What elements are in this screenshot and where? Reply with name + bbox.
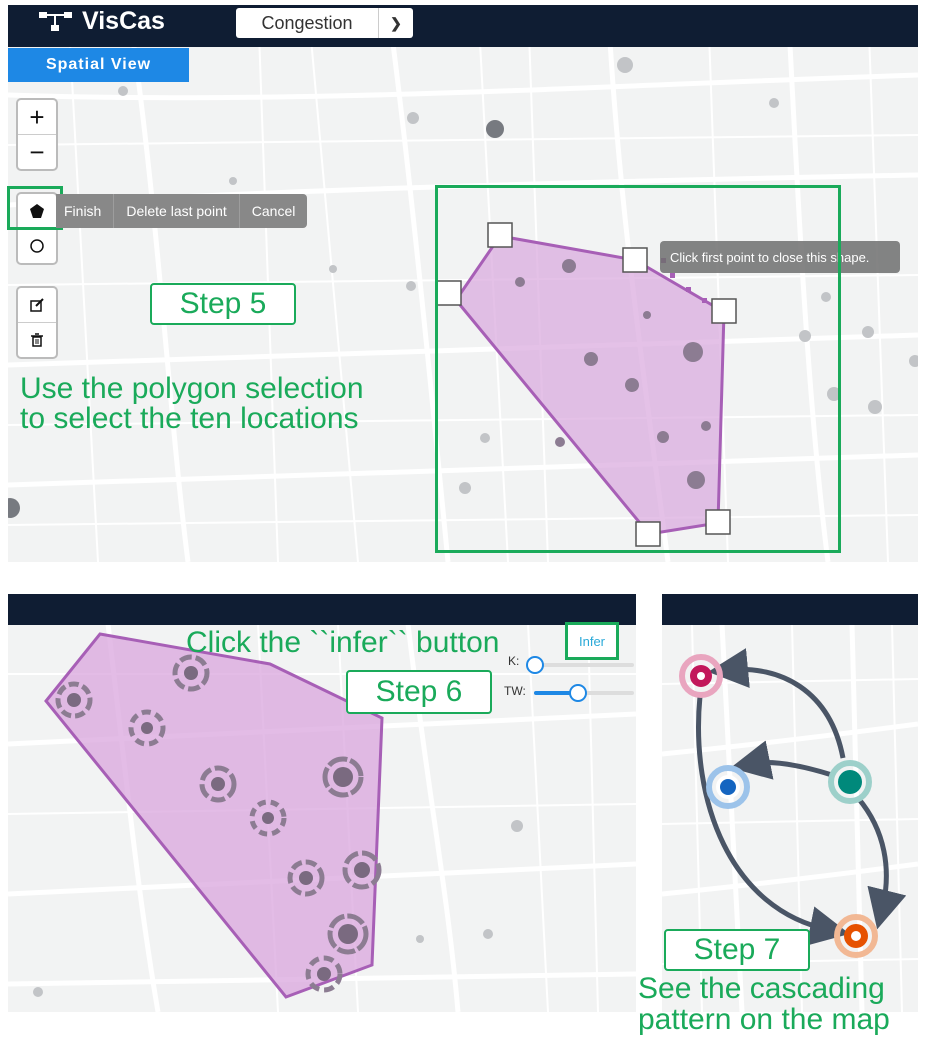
- cascade-node-teal[interactable]: [828, 760, 872, 804]
- k-slider[interactable]: [526, 656, 634, 674]
- tw-slider[interactable]: [534, 684, 634, 702]
- cascade-node-orange[interactable]: [834, 914, 878, 958]
- step7-description-line1: See the cascading: [638, 972, 885, 1005]
- cascade-edge: [708, 648, 846, 759]
- cascade-node-blue[interactable]: [706, 765, 750, 809]
- step7-label: Step 7: [664, 929, 810, 971]
- tw-slider-thumb[interactable]: [569, 684, 587, 702]
- tw-slider-label: TW:: [504, 684, 526, 698]
- step5-label: Step 5: [150, 283, 296, 325]
- cascade-graph: [679, 648, 907, 958]
- cascade-node-pink[interactable]: [679, 654, 723, 698]
- cascade-edge: [730, 740, 833, 780]
- step6-description: Click the ``infer`` button: [186, 626, 500, 659]
- selection-highlight: [435, 185, 841, 553]
- k-slider-thumb[interactable]: [526, 656, 544, 674]
- infer-button[interactable]: Infer: [565, 622, 619, 660]
- cascade-edge: [696, 695, 850, 946]
- k-slider-label: K:: [508, 654, 520, 668]
- step6-label: Step 6: [346, 670, 492, 714]
- step5-description-line2: to select the ten locations: [20, 402, 359, 435]
- step7-description-line2: pattern on the map: [638, 1003, 890, 1036]
- step5-description-line1: Use the polygon selection: [20, 372, 364, 405]
- cascade-edge: [856, 796, 907, 930]
